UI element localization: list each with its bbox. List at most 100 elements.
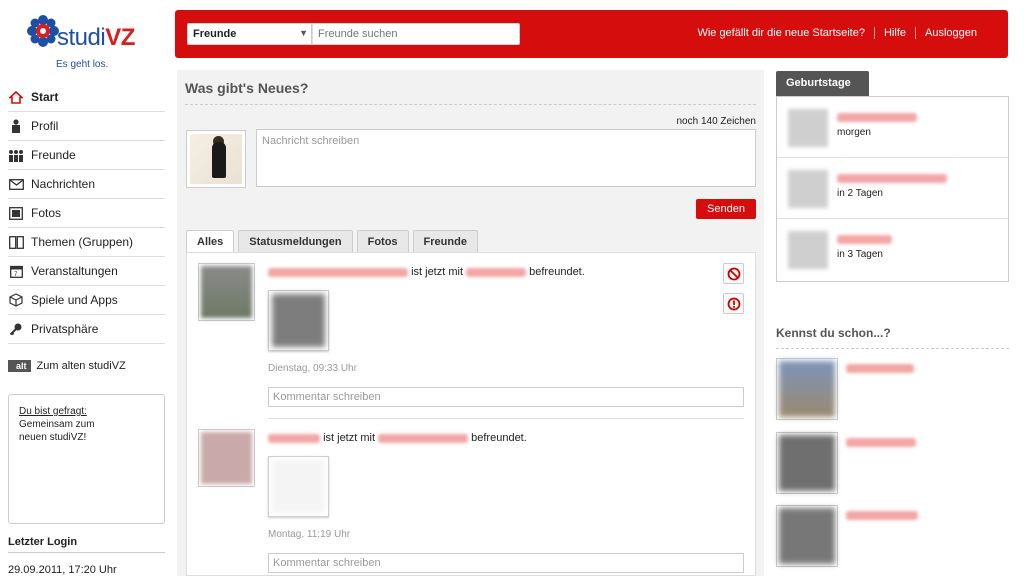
avatar[interactable] [788, 170, 828, 208]
envelope-icon [8, 177, 24, 191]
home-icon [8, 90, 24, 104]
blurred-name[interactable] [378, 433, 469, 443]
birthday-when: in 3 Tagen [837, 249, 883, 260]
list-item: in 3 Tagen [777, 219, 1008, 280]
blurred-name[interactable] [846, 364, 914, 373]
birthday-when: morgen [837, 127, 871, 138]
blurred-name[interactable] [846, 511, 918, 520]
blurred-name[interactable] [268, 433, 320, 443]
asked-text: Gemeinsam zum neuen studiVZ! [19, 419, 95, 443]
tab-fotos[interactable]: Fotos [356, 230, 409, 252]
sidebar-item-label: Spiele und Apps [31, 293, 118, 307]
friend-avatar[interactable] [198, 263, 255, 321]
sidebar-item-label: Profil [31, 119, 59, 133]
asked-link[interactable]: Du bist gefragt: [19, 405, 154, 418]
friend-avatar[interactable] [198, 429, 255, 487]
sidebar-item-nachrichten[interactable]: Nachrichten [8, 170, 165, 199]
help-link[interactable]: Hilfe [873, 27, 915, 39]
news-feed: ist jetzt mit befreundet. Dienstag, 09:3… [186, 252, 756, 576]
tab-alles[interactable]: Alles [186, 230, 235, 253]
old-studivz-link[interactable]: alt Zum alten studiVZ [8, 360, 126, 372]
sidebar-nav: Start Profil Freunde Nachrichten Fotos T… [8, 83, 165, 344]
blurred-name[interactable] [268, 267, 408, 277]
sidebar-item-label: Freunde [31, 148, 76, 162]
logo-flower-icon [27, 15, 59, 47]
logo-claim: Es geht los. [56, 59, 109, 70]
feed-item-time: Dienstag, 09:33 Uhr [268, 363, 357, 374]
top-links: Wie gefällt dir die neue Startseite? Hil… [688, 27, 986, 39]
sidebar-item-label: Privatsphäre [31, 322, 99, 336]
sidebar-item-label: Themen (Gruppen) [31, 235, 134, 249]
photo-icon [8, 206, 24, 220]
person-icon [8, 119, 24, 133]
list-item: morgen [777, 97, 1008, 158]
logo-wordmark: studiVZ [57, 24, 135, 51]
char-counter: noch 140 Zeichen [676, 116, 756, 127]
blurred-name[interactable] [846, 438, 916, 447]
alt-badge: alt [8, 360, 31, 372]
chevron-down-icon: ▼ [299, 28, 308, 38]
suggestion-item [776, 432, 1009, 502]
last-login-heading: Letzter Login [8, 536, 165, 553]
friend-thumbnail[interactable] [268, 290, 329, 351]
avatar[interactable] [788, 109, 828, 147]
comment-input[interactable]: Kommentar schreiben [268, 387, 744, 407]
sidebar-item-themen[interactable]: Themen (Gruppen) [8, 228, 165, 257]
sidebar-item-spiele[interactable]: Spiele und Apps [8, 286, 165, 315]
friend-thumbnail[interactable] [268, 456, 329, 517]
tab-freunde[interactable]: Freunde [412, 230, 478, 252]
avatar-figure [212, 142, 226, 178]
old-studivz-label: Zum alten studiVZ [36, 360, 126, 372]
sidebar-item-label: Fotos [31, 206, 62, 220]
ignore-button[interactable] [723, 263, 744, 284]
last-login-value: 29.09.2011, 17:20 Uhr [8, 564, 117, 576]
block-icon [727, 267, 740, 280]
feed-item-text: ist jetzt mit befreundet. [268, 266, 585, 278]
blurred-name[interactable] [466, 267, 527, 277]
sidebar-item-fotos[interactable]: Fotos [8, 199, 165, 228]
top-bar: Freunde ▼ Wie gefällt dir die neue Start… [175, 10, 1008, 58]
sidebar-item-label: Nachrichten [31, 177, 96, 191]
sidebar-item-label: Veranstaltungen [31, 264, 118, 278]
avatar[interactable] [788, 231, 828, 269]
feedback-box: Du bist gefragt: Gemeinsam zum neuen stu… [8, 394, 165, 524]
feed-item-time: Montag, 11:19 Uhr [268, 529, 351, 540]
sidebar-item-label: Start [31, 90, 59, 104]
search-category-select[interactable]: Freunde ▼ [187, 23, 312, 45]
avatar[interactable] [186, 130, 246, 188]
avatar[interactable] [776, 505, 838, 567]
studivz-logo[interactable]: studiVZ Es geht los. [26, 12, 156, 72]
key-icon [8, 322, 24, 336]
report-button[interactable] [723, 293, 744, 314]
alert-icon [727, 297, 740, 310]
search-input[interactable] [312, 23, 520, 45]
feed-tabs: Alles Statusmeldungen Fotos Freunde [186, 230, 482, 253]
sidebar-item-start[interactable]: Start [8, 83, 165, 112]
message-input[interactable]: Nachricht schreiben [256, 129, 756, 187]
birthday-when: in 2 Tagen [837, 188, 883, 199]
sidebar-item-privatsphaere[interactable]: Privatsphäre [8, 315, 165, 344]
send-button[interactable]: Senden [696, 199, 756, 219]
suggestion-item [776, 505, 1009, 575]
feed-divider [268, 418, 744, 419]
avatar[interactable] [776, 432, 838, 494]
blurred-name[interactable] [837, 113, 917, 122]
sidebar-item-freunde[interactable]: Freunde [8, 141, 165, 170]
tab-statusmeldungen[interactable]: Statusmeldungen [238, 230, 353, 252]
avatar[interactable] [776, 358, 838, 420]
avatar-photo [190, 134, 242, 184]
blurred-name[interactable] [837, 235, 892, 244]
calendar-icon: 7 [8, 264, 24, 278]
feedback-link[interactable]: Wie gefällt dir die neue Startseite? [688, 27, 874, 39]
comment-input[interactable]: Kommentar schreiben [268, 553, 744, 573]
cube-icon [8, 293, 24, 307]
friends-icon [8, 148, 24, 162]
feed-item-text: ist jetzt mit befreundet. [268, 432, 527, 444]
sidebar-item-veranstaltungen[interactable]: 7 Veranstaltungen [8, 257, 165, 286]
suggestions-heading: Kennst du schon...? [776, 326, 1009, 349]
logout-link[interactable]: Ausloggen [915, 27, 986, 39]
birthdays-tab[interactable]: Geburtstage [776, 71, 869, 96]
blurred-name[interactable] [837, 174, 947, 183]
birthdays-list: morgen in 2 Tagen in 3 Tagen [776, 96, 1009, 282]
sidebar-item-profil[interactable]: Profil [8, 112, 165, 141]
